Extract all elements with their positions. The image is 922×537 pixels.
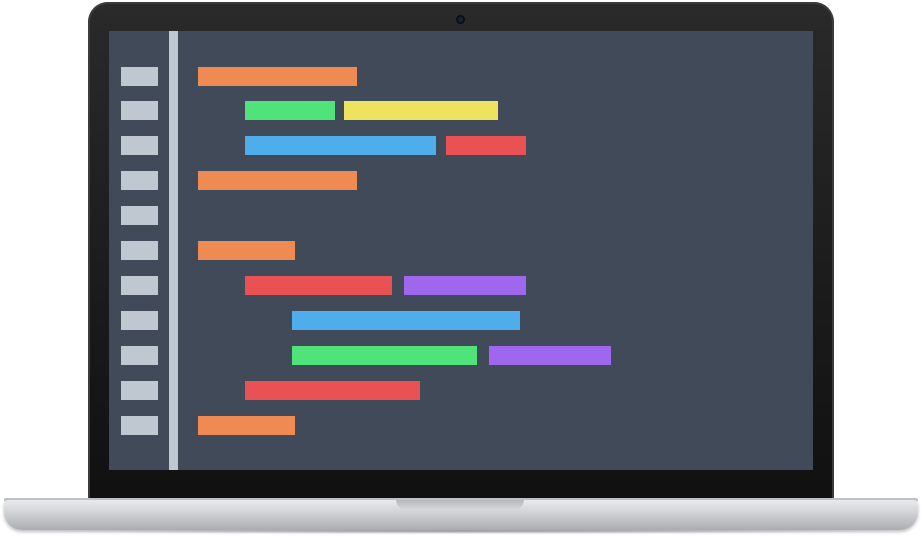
line-number-5	[121, 206, 158, 225]
camera-icon	[456, 15, 465, 24]
line-number-11	[121, 416, 158, 435]
code-token-red	[245, 276, 392, 295]
line-number-1	[121, 67, 158, 86]
line-number-8	[121, 311, 158, 330]
code-token-blue	[245, 136, 436, 155]
line-number-10	[121, 381, 158, 400]
code-token-orange	[198, 67, 357, 86]
line-number-2	[121, 101, 158, 120]
code-token-green	[292, 346, 477, 365]
line-number-6	[121, 241, 158, 260]
gutter-divider	[169, 31, 178, 470]
line-number-4	[121, 171, 158, 190]
code-token-purple	[489, 346, 611, 365]
line-number-9	[121, 346, 158, 365]
code-token-orange	[198, 416, 295, 435]
code-token-red	[446, 136, 526, 155]
code-token-blue	[292, 311, 520, 330]
code-token-yellow	[344, 101, 498, 120]
editor-screen	[109, 31, 813, 470]
code-token-orange	[198, 241, 295, 260]
laptop-notch	[396, 500, 524, 510]
code-token-red	[245, 381, 420, 400]
code-token-purple	[404, 276, 526, 295]
line-number-3	[121, 136, 158, 155]
code-token-green	[245, 101, 335, 120]
code-token-orange	[198, 171, 357, 190]
line-number-7	[121, 276, 158, 295]
